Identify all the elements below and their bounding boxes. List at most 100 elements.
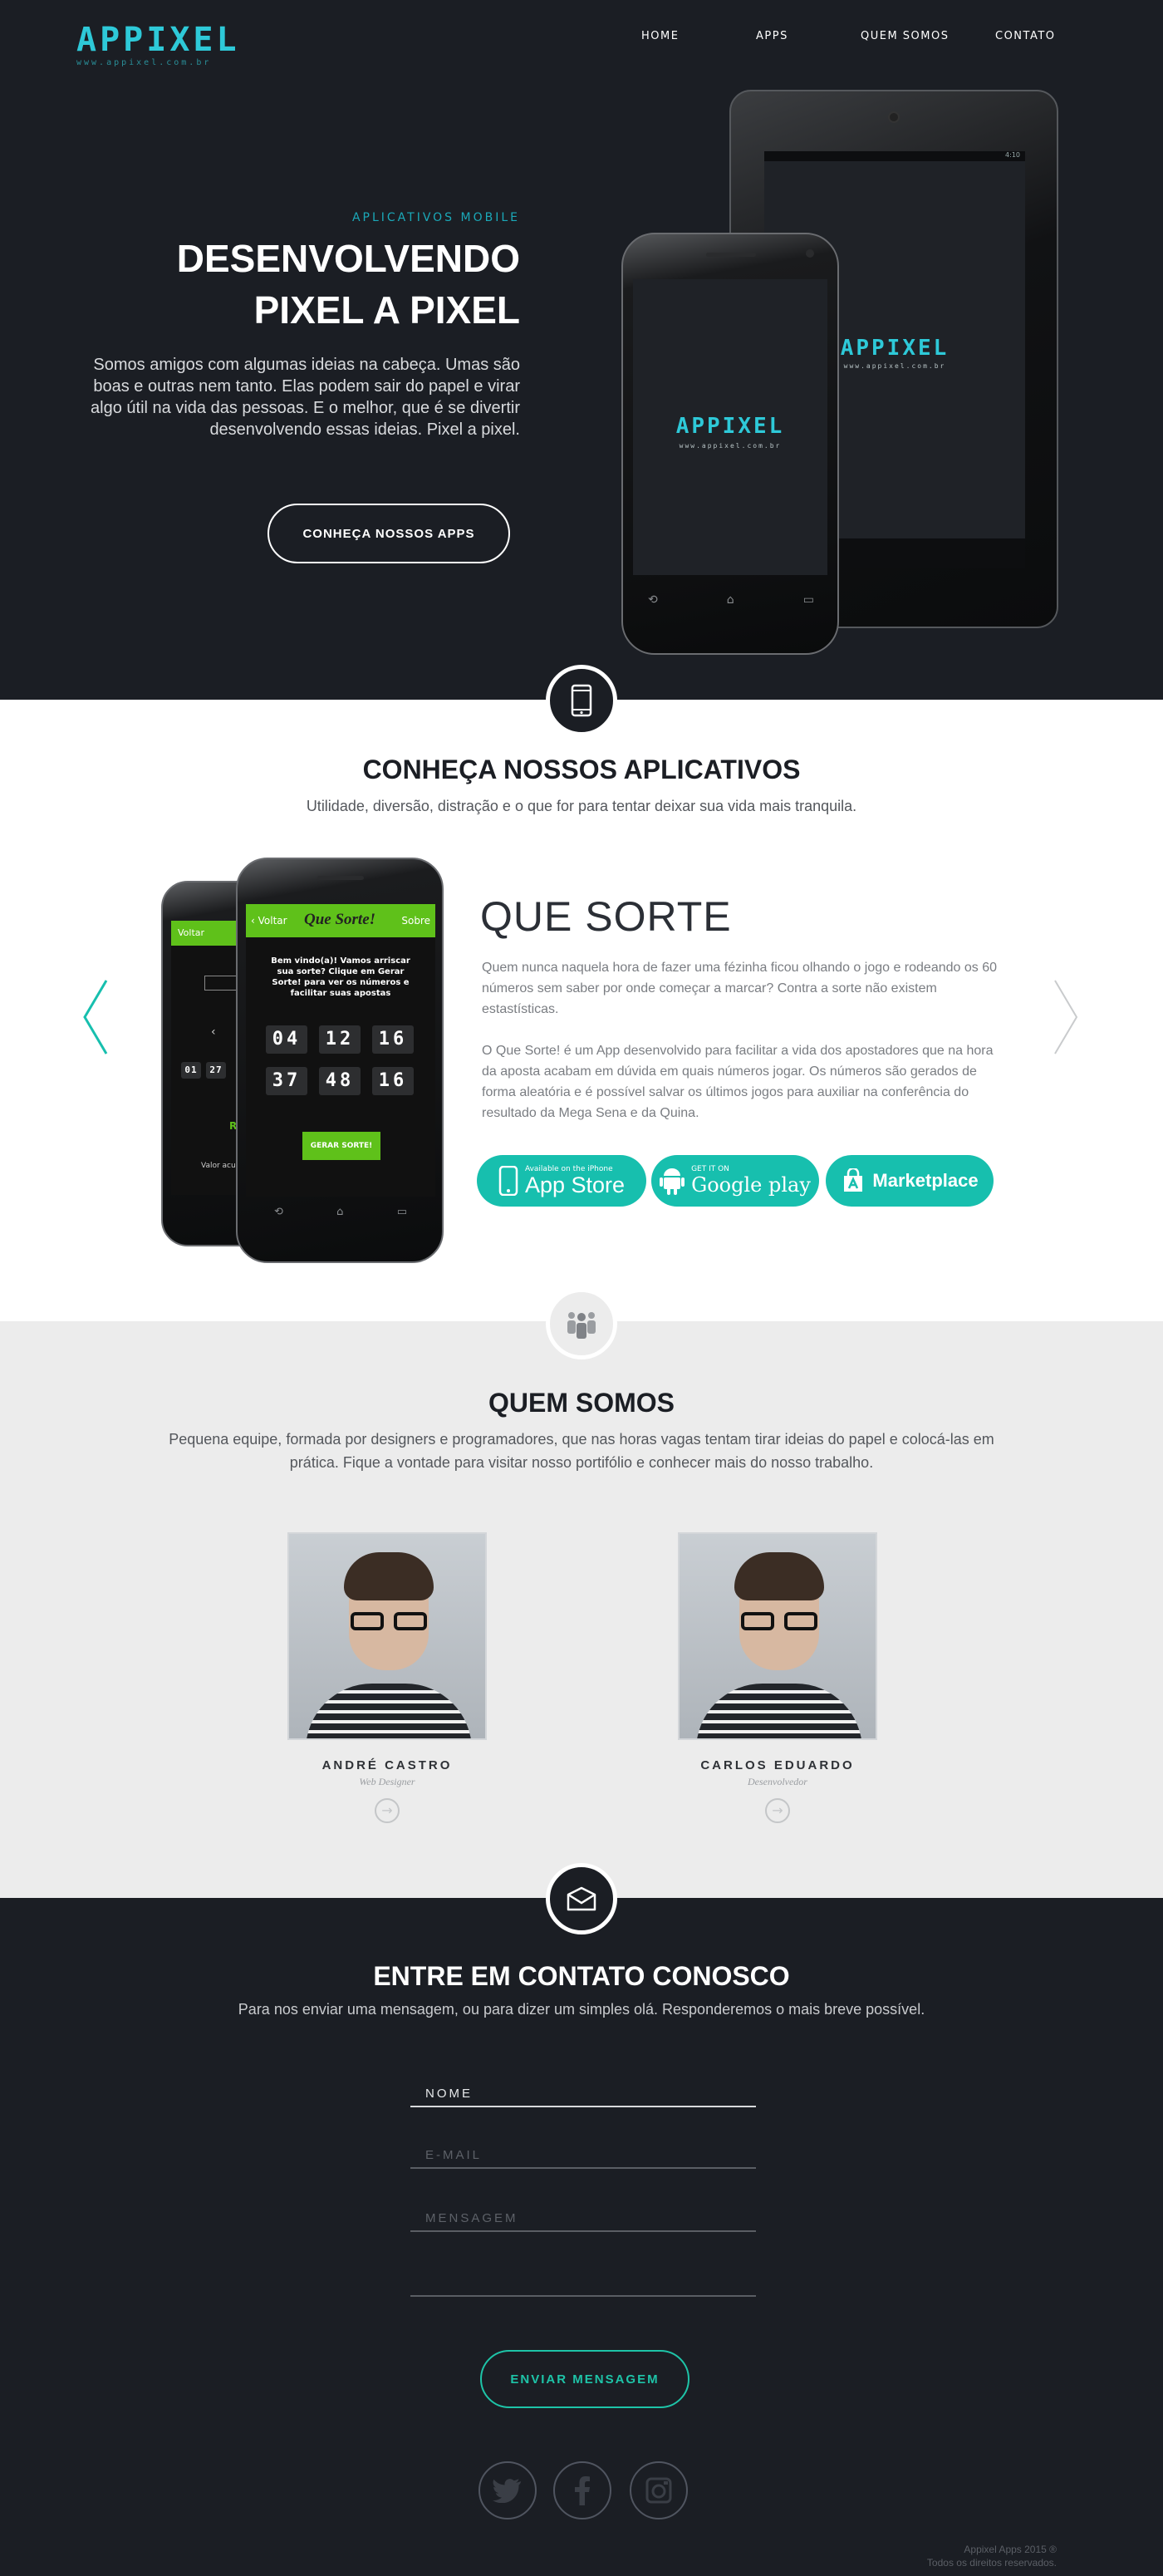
chevron-left-icon: ‹ <box>211 1025 216 1039</box>
app-header: ‹ Voltar Que Sorte! Sobre <box>246 904 435 937</box>
lottery-number: 04 <box>266 1025 307 1054</box>
hero-kicker: APLICATIVOS MOBILE <box>351 211 520 224</box>
android-icon <box>660 1168 685 1195</box>
member-photo <box>678 1532 877 1740</box>
back-number: 01 <box>181 1062 201 1079</box>
phone-screen: APPIXEL www.appixel.com.br <box>633 279 827 575</box>
app-about-link[interactable]: Sobre <box>401 915 430 927</box>
instagram-icon <box>645 2477 672 2504</box>
arrow-right-icon[interactable]: → <box>375 1798 400 1823</box>
home-key-icon: ⌂ <box>726 593 734 607</box>
arrow-left-icon[interactable] <box>80 977 113 1057</box>
apps-badge <box>546 665 617 736</box>
app-store-button[interactable]: Available on the iPhone App Store <box>477 1155 646 1207</box>
copyright-line1: Appixel Apps 2015 ® <box>964 2544 1057 2555</box>
arrow-right-icon[interactable] <box>1048 977 1082 1057</box>
app-back-link[interactable]: ‹ Voltar <box>251 915 287 927</box>
tablet-camera <box>888 111 900 123</box>
name-field[interactable] <box>410 2081 756 2107</box>
nav-contato[interactable]: CONTATO <box>995 30 1056 42</box>
member-name: ANDRÉ CASTRO <box>321 1758 453 1772</box>
nav-apps[interactable]: APPS <box>756 30 788 42</box>
google-play-button[interactable]: GET IT ON Google play <box>651 1155 819 1207</box>
member-name: CARLOS EDUARDO <box>700 1758 855 1772</box>
copyright: Appixel Apps 2015 ® Todos os direitos re… <box>927 2543 1057 2569</box>
phone-logo-url: www.appixel.com.br <box>679 442 782 450</box>
hero-title-line2: PIXEL A PIXEL <box>253 288 520 332</box>
back-label: Voltar <box>178 927 205 938</box>
marketplace-icon <box>844 1168 863 1192</box>
app-description-2: O Que Sorte! é um App desenvolvido para … <box>482 1044 994 1120</box>
member-hair <box>734 1552 824 1600</box>
recent-key-icon: ▭ <box>396 1206 407 1218</box>
phone-logo: APPIXEL <box>675 414 785 439</box>
twitter-icon <box>493 2479 521 2503</box>
app-description-1: Quem nunca naquela hora de fazer uma féz… <box>482 961 997 1016</box>
member-glasses <box>351 1612 427 1630</box>
nav-home[interactable]: HOME <box>641 30 679 42</box>
member-glasses <box>741 1612 817 1630</box>
twitter-button[interactable] <box>478 2461 537 2519</box>
hero-title: DESENVOLVENDO PIXEL A PIXEL <box>88 233 520 336</box>
phone-icon <box>571 684 592 717</box>
home-key-icon: ⌂ <box>336 1206 344 1218</box>
app-screen-title: Que Sorte! <box>304 911 376 928</box>
app-name: QUE SORTE <box>480 893 732 940</box>
app-phone-front-screen: ‹ Voltar Que Sorte! Sobre Bem vindo(a)! … <box>246 904 435 1197</box>
apps-subtitle: Utilidade, diversão, distração e o que f… <box>306 798 857 814</box>
app-store-big: App Store <box>524 1172 626 1197</box>
phone-mockup: APPIXEL www.appixel.com.br ⟲ ⌂ ▭ <box>621 233 839 655</box>
member-photo <box>287 1532 487 1740</box>
arrow-right-icon[interactable]: → <box>765 1798 790 1823</box>
instagram-button[interactable] <box>630 2461 688 2519</box>
message-field-line <box>410 2295 756 2297</box>
send-message-button[interactable]: ENVIAR MENSAGEM <box>480 2350 689 2408</box>
facebook-icon <box>575 2476 590 2505</box>
contact-badge <box>546 1863 617 1934</box>
team-subtitle: Pequena equipe, formada por designers e … <box>169 1431 994 1471</box>
contact-section: ENTRE EM CONTATO CONOSCO Para nos enviar… <box>0 1898 1163 2576</box>
email-field[interactable] <box>410 2142 756 2169</box>
apps-section: CONHEÇA NOSSOS APLICATIVOS Utilidade, di… <box>0 700 1163 1321</box>
team-section: QUEM SOMOS Pequena equipe, formada por d… <box>0 1321 1163 1898</box>
lottery-number: 37 <box>266 1067 307 1095</box>
app-welcome-text: Bem vindo(a)! Vamos arriscar sua sorte? … <box>271 956 410 998</box>
back-number: 27 <box>206 1062 226 1079</box>
tablet-status-bar: 4:10 <box>764 151 1025 161</box>
marketplace-button[interactable]: Marketplace <box>826 1155 994 1207</box>
copyright-line2: Todos os direitos reservados. <box>926 2557 1057 2569</box>
apps-title: CONHEÇA NOSSOS APLICATIVOS <box>362 755 801 784</box>
team-badge <box>546 1288 617 1359</box>
envelope-icon <box>567 1886 596 1911</box>
nav-quem-somos[interactable]: QUEM SOMOS <box>861 30 950 42</box>
team-icon <box>567 1312 596 1339</box>
hero-text: Somos amigos com algumas ideias na cabeç… <box>91 356 520 439</box>
google-play-big: Google play <box>691 1173 811 1197</box>
front-softkeys: ⟲ ⌂ ▭ <box>274 1206 407 1218</box>
hero-section: APPIXEL www.appixel.com.br HOME APPS QUE… <box>0 0 1163 700</box>
member-card: CARLOS EDUARDO Desenvolvedor → <box>678 1532 877 1823</box>
logo-url: www.appixel.com.br <box>76 58 212 67</box>
lottery-number: 16 <box>372 1025 414 1054</box>
contact-subtitle: Para nos enviar uma mensagem, ou para di… <box>238 2001 925 2018</box>
hero-title-line1: DESENVOLVENDO <box>176 237 520 280</box>
apple-icon <box>498 1166 518 1196</box>
lottery-number: 16 <box>372 1067 414 1095</box>
lottery-number: 12 <box>319 1025 361 1054</box>
app-back-label: Voltar <box>258 915 287 927</box>
marketplace-label: Marketplace <box>872 1170 979 1191</box>
facebook-button[interactable] <box>553 2461 611 2519</box>
generate-luck-button[interactable]: GERAR SORTE! <box>302 1132 380 1160</box>
contact-title: ENTRE EM CONTATO CONOSCO <box>373 1961 790 1991</box>
front-speaker <box>317 876 364 880</box>
member-role: Web Designer <box>359 1776 415 1787</box>
app-phone-front: ‹ Voltar Que Sorte! Sobre Bem vindo(a)! … <box>236 858 444 1263</box>
phone-camera <box>806 249 814 258</box>
message-field[interactable] <box>410 2205 756 2232</box>
member-shirt <box>306 1684 472 1738</box>
see-apps-button[interactable]: CONHEÇA NOSSOS APPS <box>267 504 510 563</box>
google-play-small: GET IT ON <box>691 1165 729 1173</box>
phone-speaker <box>706 253 756 257</box>
team-title: QUEM SOMOS <box>488 1388 675 1418</box>
lottery-number: 48 <box>319 1067 361 1095</box>
